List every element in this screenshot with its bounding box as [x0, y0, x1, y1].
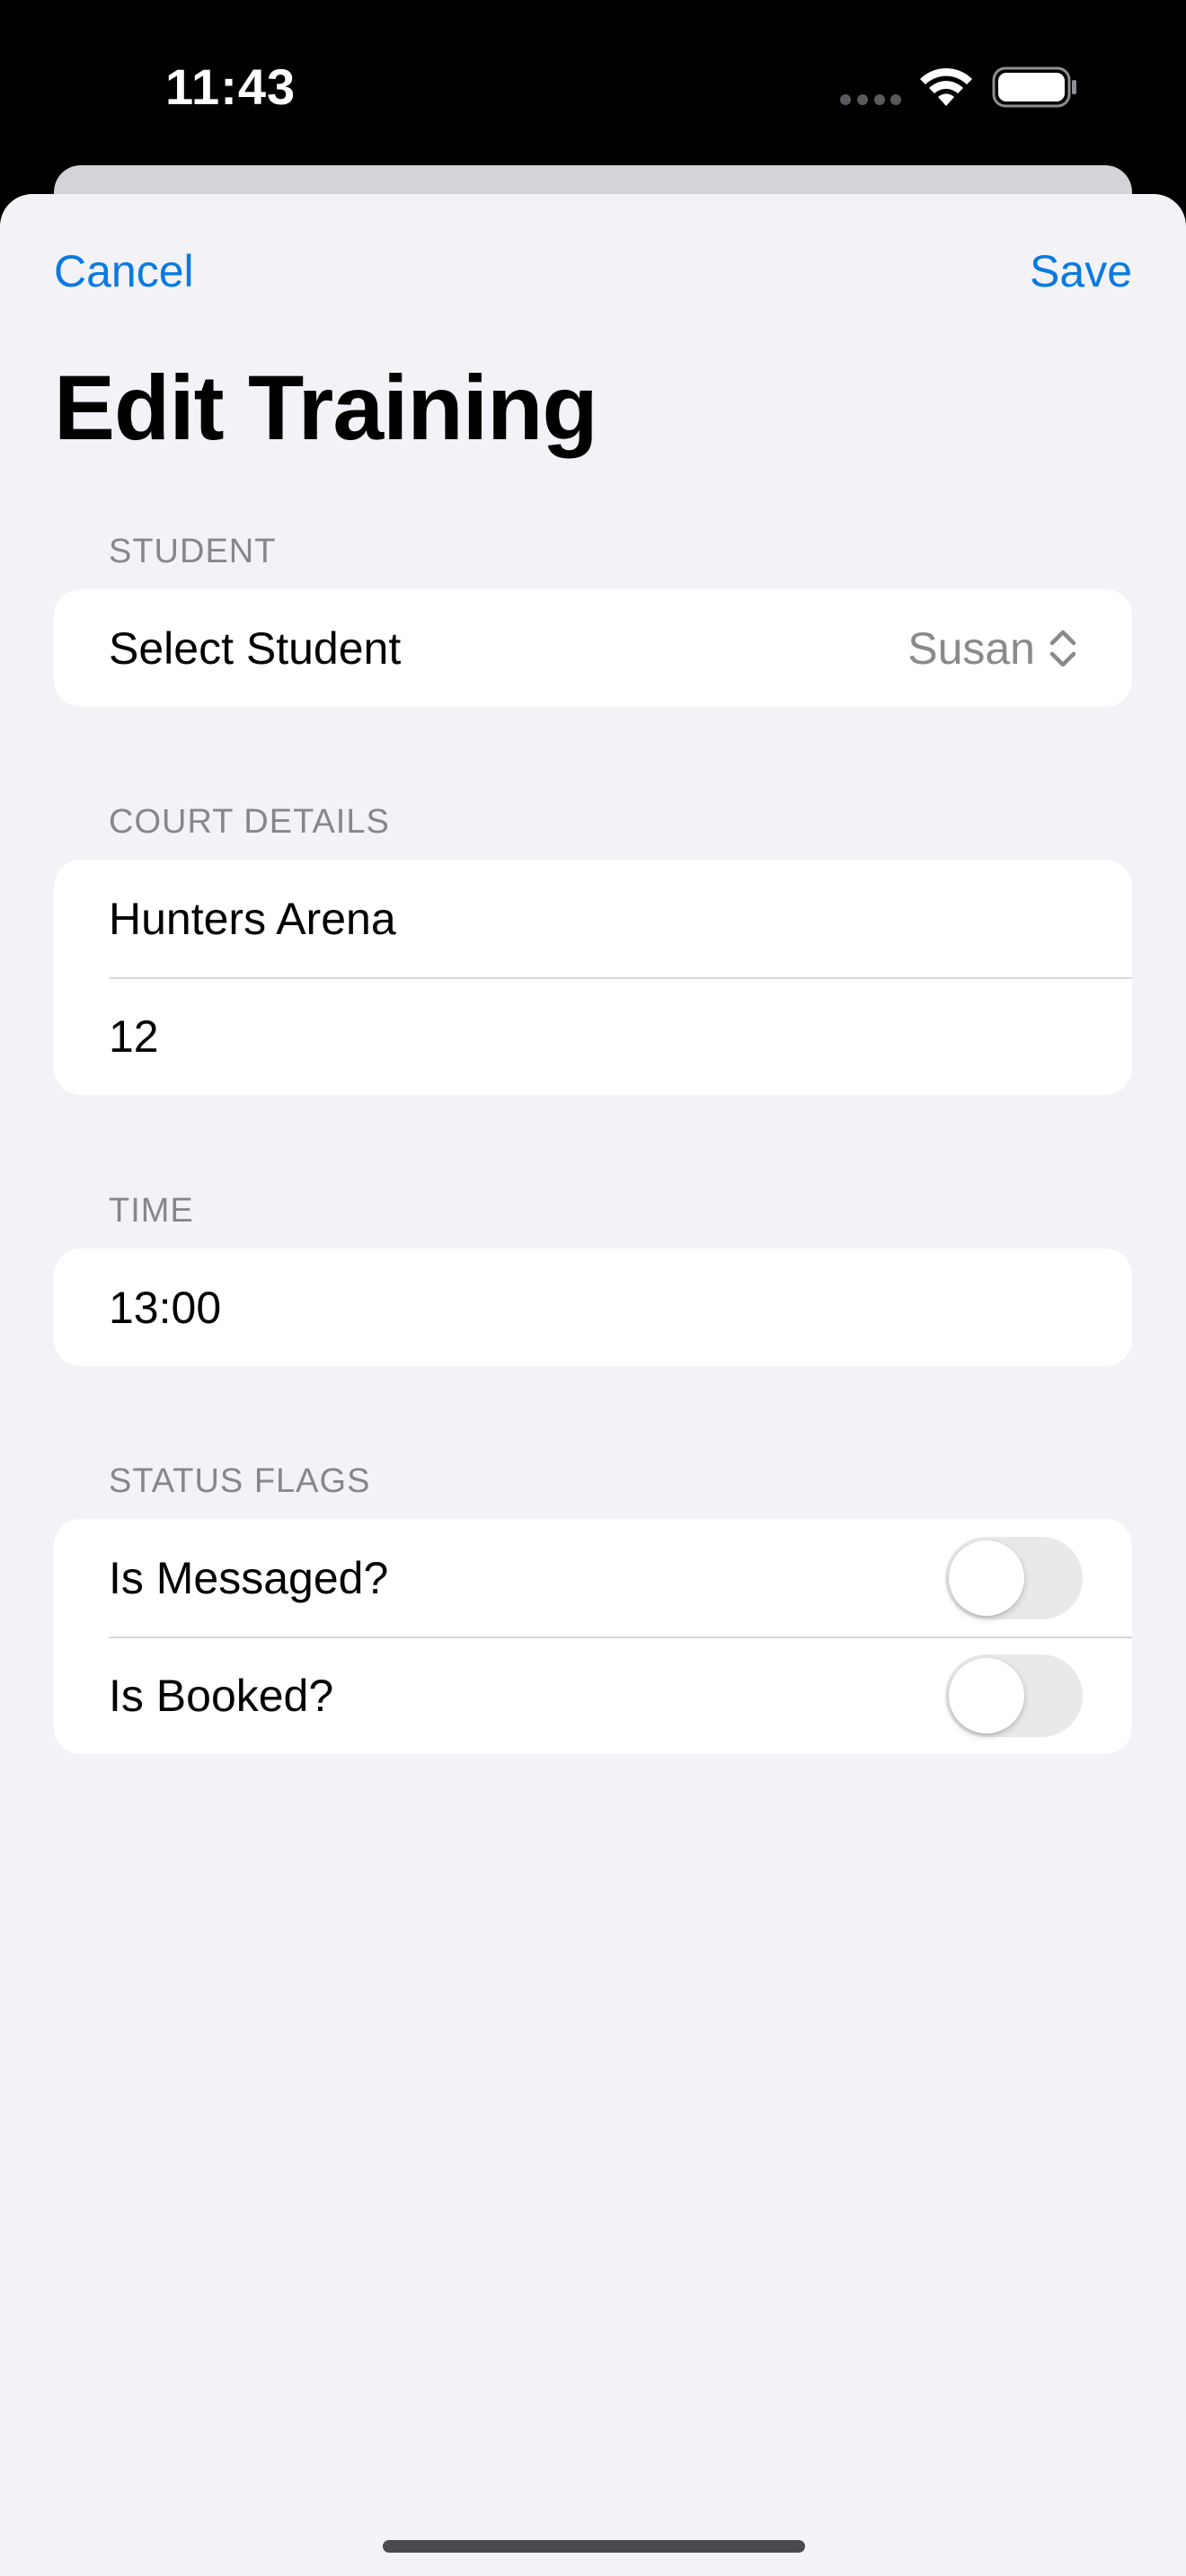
court-number-field[interactable]: 12: [54, 977, 1132, 1095]
student-picker[interactable]: Susan: [907, 589, 1078, 707]
section-header-court-details: COURT DETAILS: [109, 803, 390, 841]
is-booked-label: Is Booked?: [109, 1670, 334, 1721]
home-indicator[interactable]: [383, 2540, 805, 2553]
section-header-time: TIME: [109, 1192, 194, 1230]
section-header-student: STUDENT: [109, 533, 277, 570]
student-group: Select Student Susan: [54, 589, 1132, 707]
selected-student-value: Susan: [907, 622, 1035, 674]
court-name-field[interactable]: Hunters Arena: [54, 860, 1132, 977]
status-flags-group: Is Messaged? Is Booked?: [54, 1519, 1132, 1754]
time-group: 13:00: [54, 1248, 1132, 1366]
chevron-updown-icon: [1049, 630, 1076, 666]
time-value: 13:00: [109, 1282, 222, 1333]
is-booked-toggle[interactable]: [945, 1654, 1083, 1737]
battery-icon: [992, 66, 1076, 108]
cellular-signal-icon: [840, 94, 901, 105]
is-messaged-row: Is Messaged?: [54, 1519, 1132, 1636]
court-details-group: Hunters Arena 12: [54, 860, 1132, 1095]
page-title: Edit Training: [54, 357, 598, 459]
section-header-status-flags: STATUS FLAGS: [109, 1462, 371, 1500]
save-button[interactable]: Save: [1030, 243, 1132, 300]
student-picker-row[interactable]: Select Student Susan: [54, 589, 1132, 707]
is-messaged-toggle[interactable]: [945, 1537, 1083, 1619]
status-bar: 11:43: [0, 0, 1186, 171]
cancel-button[interactable]: Cancel: [54, 243, 194, 300]
is-booked-row: Is Booked?: [54, 1636, 1132, 1754]
toggle-knob: [949, 1658, 1024, 1734]
is-messaged-label: Is Messaged?: [109, 1552, 389, 1603]
wifi-icon: [920, 67, 972, 106]
time-field[interactable]: 13:00: [54, 1248, 1132, 1366]
select-student-label: Select Student: [109, 622, 402, 674]
toggle-knob: [949, 1540, 1024, 1616]
court-number-value: 12: [109, 1010, 159, 1062]
status-time: 11:43: [165, 58, 296, 115]
court-name-value: Hunters Arena: [109, 893, 396, 944]
edit-training-sheet: Cancel Save Edit Training STUDENT Select…: [0, 194, 1186, 2576]
